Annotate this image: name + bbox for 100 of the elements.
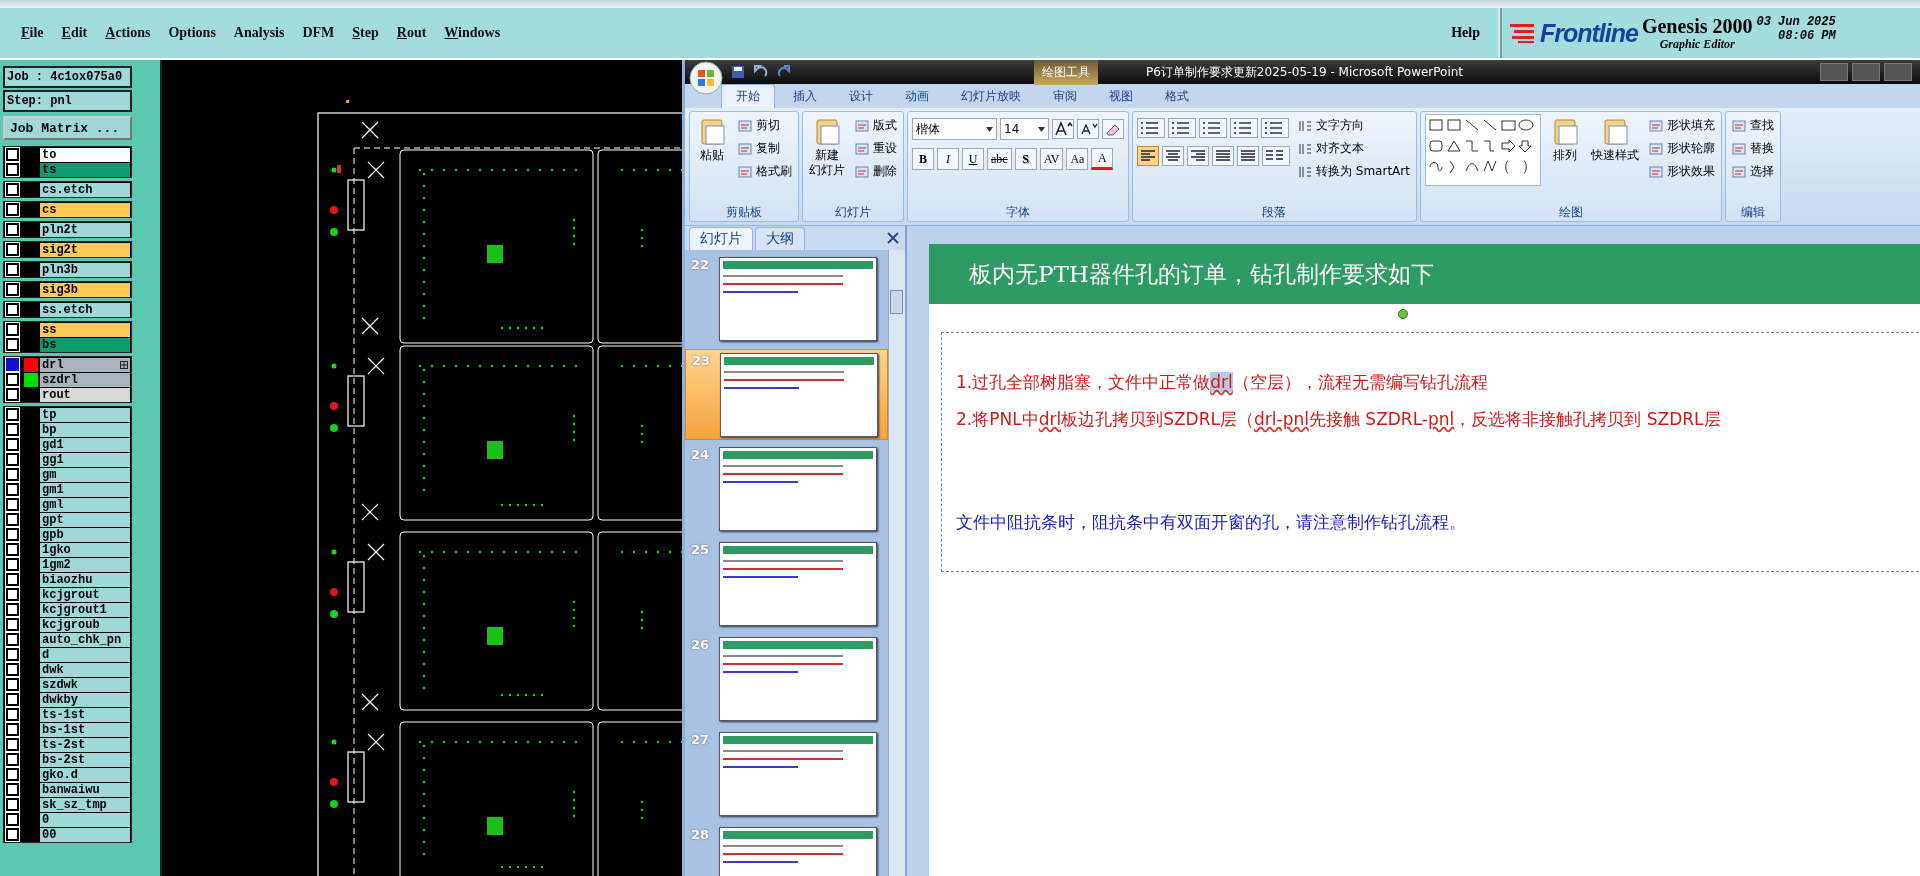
ribbon-tab[interactable]: 幻灯片放映 [947,85,1035,108]
layer-checkbox[interactable] [6,753,19,766]
layer-name[interactable]: cs.etch [40,182,130,197]
layer-name[interactable]: ss.etch [40,302,130,317]
layer-name[interactable]: gpt [40,512,130,527]
layer-name[interactable]: kcjgrout1 [40,602,130,617]
list-format-icon[interactable] [1137,118,1165,138]
ribbon-tab[interactable]: 审阅 [1039,85,1091,108]
layer-name[interactable]: ts [40,162,130,177]
layer-checkbox[interactable] [6,648,19,661]
layer-name[interactable]: dwk [40,662,130,677]
ribbon-large-button[interactable]: 粘贴 [694,114,730,165]
layer-checkbox[interactable] [6,388,19,401]
layer-name[interactable]: d [40,647,130,662]
layer-checkbox[interactable] [6,148,19,161]
layer-name[interactable]: kcjgroub [40,617,130,632]
ribbon-button[interactable]: 删除 [853,162,899,181]
list-format-icon[interactable] [1168,118,1196,138]
layer-name[interactable]: rout [40,387,130,402]
grow-font-icon[interactable] [1052,119,1074,139]
layer-name[interactable]: 1gko [40,542,130,557]
layer-name[interactable]: to [40,147,130,162]
slide-thumbnail[interactable] [719,732,877,816]
scrollbar[interactable] [888,250,905,876]
undo-icon[interactable] [753,65,769,79]
ribbon-button[interactable]: 选择 [1729,162,1776,181]
layer-name[interactable]: gml [40,497,130,512]
align-button[interactable] [1187,146,1209,166]
ribbon-tab[interactable]: 插入 [779,85,831,108]
slide-thumbnail[interactable] [719,257,877,341]
layer-checkbox[interactable] [6,573,19,586]
ribbon-button[interactable]: 复制 [736,139,794,158]
layer-checkbox[interactable] [6,528,19,541]
layer-checkbox[interactable] [6,603,19,616]
slide-thumbnail[interactable] [719,637,877,721]
columns-icon[interactable] [1262,146,1290,166]
layer-checkbox[interactable] [6,828,19,841]
ribbon-button[interactable]: 形状效果 [1646,162,1717,181]
slide-thumbnail[interactable] [720,353,878,437]
ribbon-tab[interactable]: 视图 [1095,85,1147,108]
menu-item[interactable]: Edit [52,25,97,41]
format-button[interactable]: U [962,148,984,170]
layer-checkbox[interactable] [6,243,19,256]
layer-checkbox[interactable] [6,798,19,811]
layer-name[interactable]: pln3b [40,262,130,277]
redo-icon[interactable] [777,65,791,79]
align-button[interactable] [1237,146,1259,166]
layer-name[interactable]: ts-1st [40,707,130,722]
layer-checkbox[interactable] [6,543,19,556]
layer-checkbox[interactable] [6,498,19,511]
font-size-field[interactable]: 14 [1000,118,1049,140]
save-icon[interactable] [731,65,745,79]
layer-checkbox[interactable] [6,183,19,196]
layer-name[interactable]: szdwk [40,677,130,692]
layer-checkbox[interactable] [6,813,19,826]
layer-name[interactable]: dwkby [40,692,130,707]
ribbon-button[interactable]: 查找 [1729,116,1776,135]
layer-name[interactable]: bs [40,337,130,352]
layer-checkbox[interactable] [6,558,19,571]
layer-name[interactable]: szdrl [40,372,130,387]
layer-name[interactable]: 1gm2 [40,557,130,572]
align-button[interactable] [1162,146,1184,166]
layer-checkbox[interactable] [6,513,19,526]
slide-thumbnail[interactable] [719,542,877,626]
list-format-icon[interactable] [1230,118,1258,138]
ribbon-tab[interactable]: 格式 [1151,85,1203,108]
clear-formatting-icon[interactable] [1102,119,1124,139]
layer-checkbox[interactable] [6,708,19,721]
layer-checkbox[interactable] [6,338,19,351]
layer-name[interactable]: 0 [40,812,130,827]
layer-name[interactable]: sk_sz_tmp [40,797,130,812]
layer-name[interactable]: bs-2st [40,752,130,767]
shapes-gallery[interactable] [1424,114,1541,186]
layer-name[interactable]: bp [40,422,130,437]
shrink-font-icon[interactable] [1077,119,1099,139]
layer-name[interactable]: biaozhu [40,572,130,587]
format-button[interactable]: B [912,148,934,170]
layer-checkbox[interactable] [6,358,19,371]
align-button[interactable] [1212,146,1234,166]
ribbon-button[interactable]: 形状轮廓 [1646,139,1717,158]
ribbon-large-button[interactable]: 新建 幻灯片 [807,114,847,180]
job-matrix-button[interactable]: Job Matrix ... [3,116,132,140]
layer-checkbox[interactable] [6,693,19,706]
ribbon-button[interactable]: 形状填充 [1646,116,1717,135]
layer-name[interactable]: sig3b [40,282,130,297]
format-button[interactable]: A [1091,148,1114,170]
layer-checkbox[interactable] [6,768,19,781]
ribbon-button[interactable]: 格式刷 [736,162,794,181]
menu-item[interactable]: Windows [435,25,510,41]
layer-checkbox[interactable] [6,203,19,216]
format-button[interactable]: abc [987,148,1012,170]
list-format-icon[interactable] [1199,118,1227,138]
ribbon-tab[interactable]: 动画 [891,85,943,108]
ribbon-button[interactable]: 文字方向 [1296,116,1412,135]
dropdown-arrow-icon[interactable] [1038,126,1045,132]
ribbon-button[interactable]: 转换为 SmartArt [1296,162,1412,181]
layer-checkbox[interactable] [6,483,19,496]
layer-name[interactable]: kcjgrout [40,587,130,602]
menu-item[interactable]: File [12,25,53,41]
layer-name[interactable]: ss [40,322,130,337]
